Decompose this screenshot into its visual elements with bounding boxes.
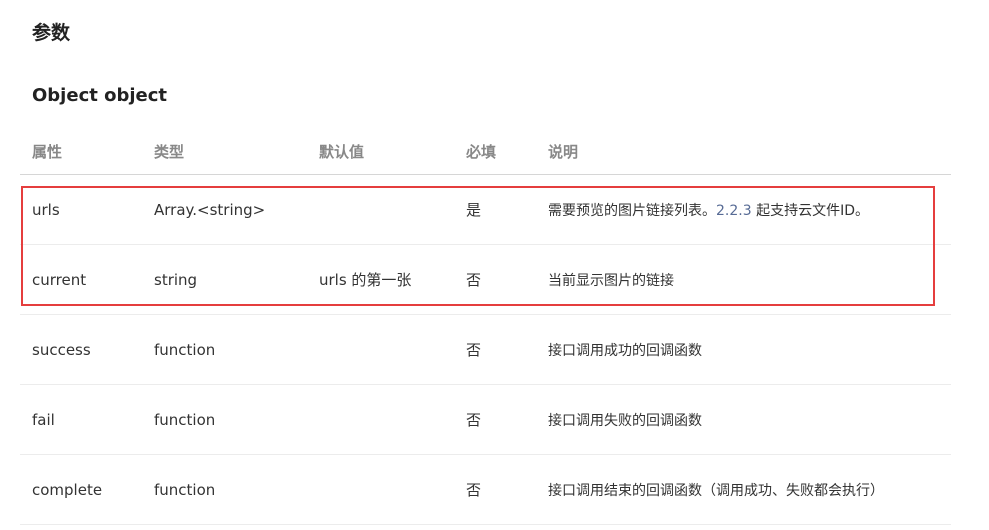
header-type: 类型 — [142, 128, 307, 175]
header-default: 默认值 — [307, 128, 454, 175]
cell-type: Array.<string> — [142, 174, 307, 245]
cell-type: function — [142, 314, 307, 385]
table-row: current string urls 的第一张 否 当前显示图片的链接 — [20, 244, 951, 315]
cell-required: 否 — [454, 384, 536, 455]
cell-desc: 接口调用成功的回调函数 — [536, 314, 951, 385]
cell-type: string — [142, 244, 307, 315]
table-row: urls Array.<string> 是 需要预览的图片链接列表。2.2.3 … — [20, 174, 951, 245]
cell-required: 否 — [454, 454, 536, 525]
cell-prop: urls — [20, 174, 142, 245]
cell-desc: 接口调用结束的回调函数（调用成功、失败都会执行） — [536, 454, 951, 525]
table-row: success function 否 接口调用成功的回调函数 — [20, 314, 951, 385]
cell-desc: 当前显示图片的链接 — [536, 244, 951, 315]
cell-prop: complete — [20, 454, 142, 525]
table-row: fail function 否 接口调用失败的回调函数 — [20, 384, 951, 455]
cell-prop: current — [20, 244, 142, 315]
cell-default — [307, 454, 454, 525]
cell-desc: 接口调用失败的回调函数 — [536, 384, 951, 455]
cell-required: 否 — [454, 314, 536, 385]
cell-default — [307, 384, 454, 455]
cell-desc: 需要预览的图片链接列表。2.2.3 起支持云文件ID。 — [536, 174, 951, 245]
cell-prop: success — [20, 314, 142, 385]
header-required: 必填 — [454, 128, 536, 175]
section-title: 参数 — [32, 22, 71, 44]
object-title: Object object — [32, 85, 168, 106]
table-row: complete function 否 接口调用结束的回调函数（调用成功、失败都… — [20, 454, 951, 525]
cell-prop: fail — [20, 384, 142, 455]
header-desc: 说明 — [536, 128, 951, 175]
cell-required: 是 — [454, 174, 536, 245]
cell-default — [307, 314, 454, 385]
cell-required: 否 — [454, 244, 536, 315]
header-prop: 属性 — [20, 128, 142, 175]
cell-type: function — [142, 384, 307, 455]
cell-default: urls 的第一张 — [307, 244, 454, 315]
desc-text-after: 起支持云文件ID。 — [751, 202, 869, 219]
table-header-row: 属性 类型 默认值 必填 说明 — [20, 128, 951, 175]
cell-type: function — [142, 454, 307, 525]
version-link[interactable]: 2.2.3 — [716, 203, 752, 219]
cell-default — [307, 174, 454, 245]
desc-text: 需要预览的图片链接列表。 — [548, 202, 716, 219]
params-table: 属性 类型 默认值 必填 说明 urls Array.<string> 是 需要… — [20, 128, 951, 525]
